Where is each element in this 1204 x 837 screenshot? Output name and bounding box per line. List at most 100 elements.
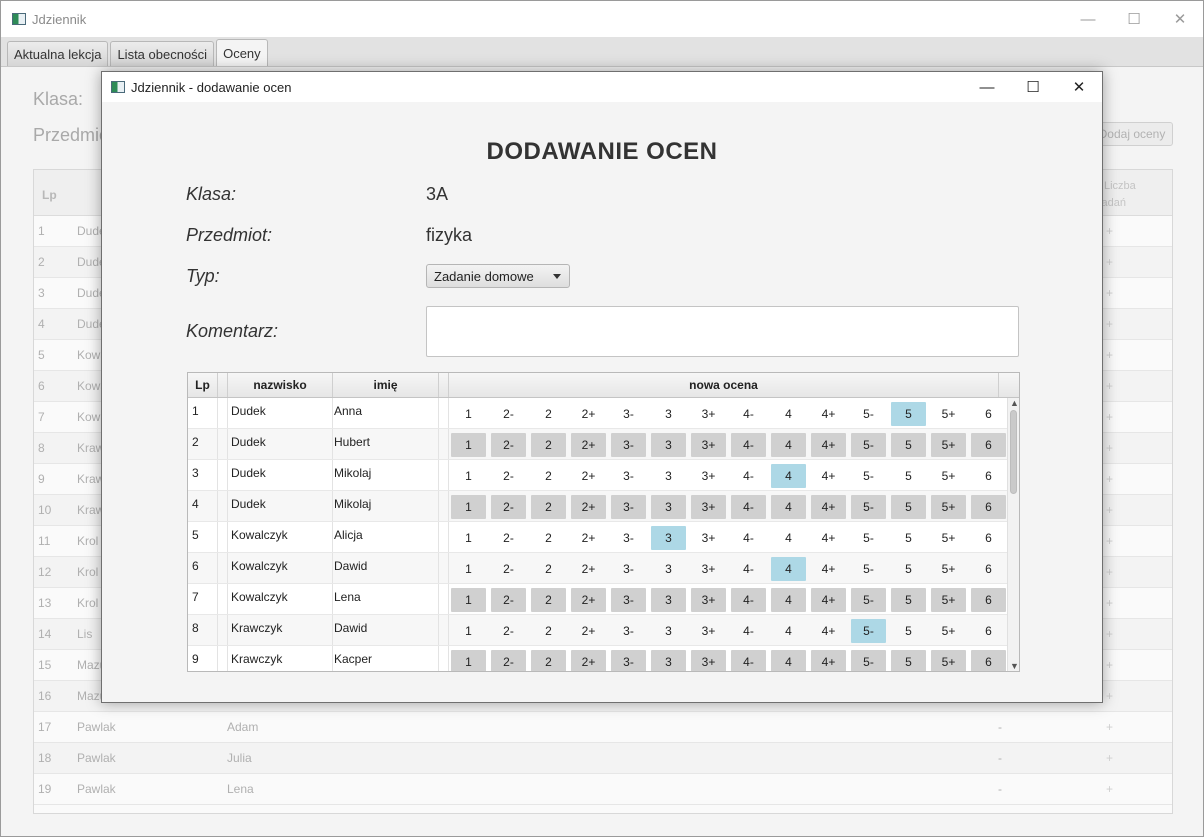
grade-button[interactable]: 3 [651, 619, 686, 643]
grade-button[interactable]: 3- [611, 588, 646, 612]
grade-button[interactable]: 1 [451, 557, 486, 581]
grade-button[interactable]: 2 [531, 495, 566, 519]
grade-button[interactable]: 6 [971, 650, 1006, 671]
add-grade-plus-icon[interactable]: + [1106, 534, 1113, 548]
close-icon[interactable]: ✕ [1157, 1, 1203, 37]
grade-button[interactable]: 2- [491, 557, 526, 581]
grade-button[interactable]: 1 [451, 464, 486, 488]
grade-button[interactable]: 5 [891, 619, 926, 643]
scrollbar-thumb[interactable] [1010, 410, 1017, 494]
grade-button[interactable]: 3- [611, 464, 646, 488]
grade-button[interactable]: 4 [771, 619, 806, 643]
grade-button[interactable]: 4- [731, 588, 766, 612]
grade-button[interactable]: 3 [651, 433, 686, 457]
grade-button[interactable]: 4+ [811, 557, 846, 581]
grade-button[interactable]: 3+ [691, 526, 726, 550]
grade-button[interactable]: 5+ [931, 619, 966, 643]
add-grade-plus-icon[interactable]: + [1106, 751, 1113, 765]
grade-button[interactable]: 5 [891, 464, 926, 488]
grade-button[interactable]: 2+ [571, 495, 606, 519]
grade-button[interactable]: 3 [651, 464, 686, 488]
grade-button[interactable]: 3+ [691, 650, 726, 671]
table-scrollbar[interactable]: ▲ ▼ [1007, 398, 1019, 671]
add-grade-plus-icon[interactable]: + [1106, 348, 1113, 362]
grade-button[interactable]: 3+ [691, 495, 726, 519]
grade-button[interactable]: 3- [611, 433, 646, 457]
grade-button[interactable]: 6 [971, 464, 1006, 488]
add-grade-plus-icon[interactable]: + [1106, 379, 1113, 393]
grade-button[interactable]: 6 [971, 619, 1006, 643]
grade-button[interactable]: 6 [971, 402, 1006, 426]
grade-button[interactable]: 3+ [691, 557, 726, 581]
grade-button[interactable]: 4 [771, 433, 806, 457]
grade-button[interactable]: 2 [531, 588, 566, 612]
grade-button[interactable]: 2+ [571, 402, 606, 426]
komentarz-input[interactable] [426, 306, 1019, 357]
grade-button[interactable]: 5- [851, 495, 886, 519]
grade-button[interactable]: 4 [771, 588, 806, 612]
grade-button[interactable]: 1 [451, 526, 486, 550]
grade-button[interactable]: 5- [851, 557, 886, 581]
grade-button[interactable]: 3- [611, 619, 646, 643]
grade-button[interactable]: 4 [771, 650, 806, 671]
grade-button[interactable]: 2- [491, 526, 526, 550]
grade-button[interactable]: 2 [531, 433, 566, 457]
grade-button[interactable]: 5 [891, 433, 926, 457]
grade-button[interactable]: 1 [451, 495, 486, 519]
grade-button[interactable]: 2- [491, 619, 526, 643]
grade-button[interactable]: 5 [891, 557, 926, 581]
grade-button[interactable]: 4 [771, 402, 806, 426]
grade-button[interactable]: 5 [891, 588, 926, 612]
grade-button[interactable]: 4 [771, 495, 806, 519]
grade-button[interactable]: 2- [491, 464, 526, 488]
grade-button[interactable]: 5 [891, 495, 926, 519]
grade-button[interactable]: 4+ [811, 464, 846, 488]
grade-button[interactable]: 3+ [691, 619, 726, 643]
grade-button[interactable]: 6 [971, 433, 1006, 457]
grade-button[interactable]: 3+ [691, 588, 726, 612]
scroll-down-icon[interactable]: ▼ [1010, 662, 1019, 671]
grade-button[interactable]: 5 [891, 402, 926, 426]
add-grade-plus-icon[interactable]: + [1106, 441, 1113, 455]
grade-button[interactable]: 2+ [571, 526, 606, 550]
grade-button[interactable]: 1 [451, 433, 486, 457]
grade-button[interactable]: 4+ [811, 619, 846, 643]
grade-button[interactable]: 2+ [571, 650, 606, 671]
grade-button[interactable]: 5+ [931, 495, 966, 519]
grade-button[interactable]: 5- [851, 619, 886, 643]
add-grade-plus-icon[interactable]: + [1106, 720, 1113, 734]
grade-button[interactable]: 5+ [931, 588, 966, 612]
add-grade-plus-icon[interactable]: + [1106, 689, 1113, 703]
grade-button[interactable]: 3 [651, 495, 686, 519]
grade-button[interactable]: 3 [651, 526, 686, 550]
grade-button[interactable]: 2- [491, 588, 526, 612]
grade-button[interactable]: 2- [491, 402, 526, 426]
grade-button[interactable]: 2+ [571, 433, 606, 457]
grade-button[interactable]: 3 [651, 402, 686, 426]
grade-button[interactable]: 5+ [931, 464, 966, 488]
grade-button[interactable]: 4 [771, 464, 806, 488]
grade-button[interactable]: 5+ [931, 650, 966, 671]
grade-button[interactable]: 6 [971, 526, 1006, 550]
grade-button[interactable]: 3- [611, 495, 646, 519]
grade-button[interactable]: 4- [731, 495, 766, 519]
grade-button[interactable]: 2 [531, 526, 566, 550]
grade-button[interactable]: 5 [891, 650, 926, 671]
grade-button[interactable]: 2 [531, 402, 566, 426]
tab-oceny[interactable]: Oceny [216, 39, 268, 66]
grade-button[interactable]: 5- [851, 464, 886, 488]
grade-button[interactable]: 4+ [811, 495, 846, 519]
grade-button[interactable]: 3+ [691, 402, 726, 426]
grade-button[interactable]: 4 [771, 526, 806, 550]
grade-button[interactable]: 4+ [811, 526, 846, 550]
grade-button[interactable]: 4- [731, 557, 766, 581]
grade-button[interactable]: 6 [971, 588, 1006, 612]
grade-button[interactable]: 5+ [931, 433, 966, 457]
grade-button[interactable]: 5- [851, 650, 886, 671]
add-grade-plus-icon[interactable]: + [1106, 503, 1113, 517]
add-grade-plus-icon[interactable]: + [1106, 627, 1113, 641]
grade-button[interactable]: 4- [731, 650, 766, 671]
grade-button[interactable]: 3- [611, 557, 646, 581]
table-row[interactable]: 18 Pawlak Julia - + [34, 743, 1172, 774]
grade-button[interactable]: 3- [611, 650, 646, 671]
